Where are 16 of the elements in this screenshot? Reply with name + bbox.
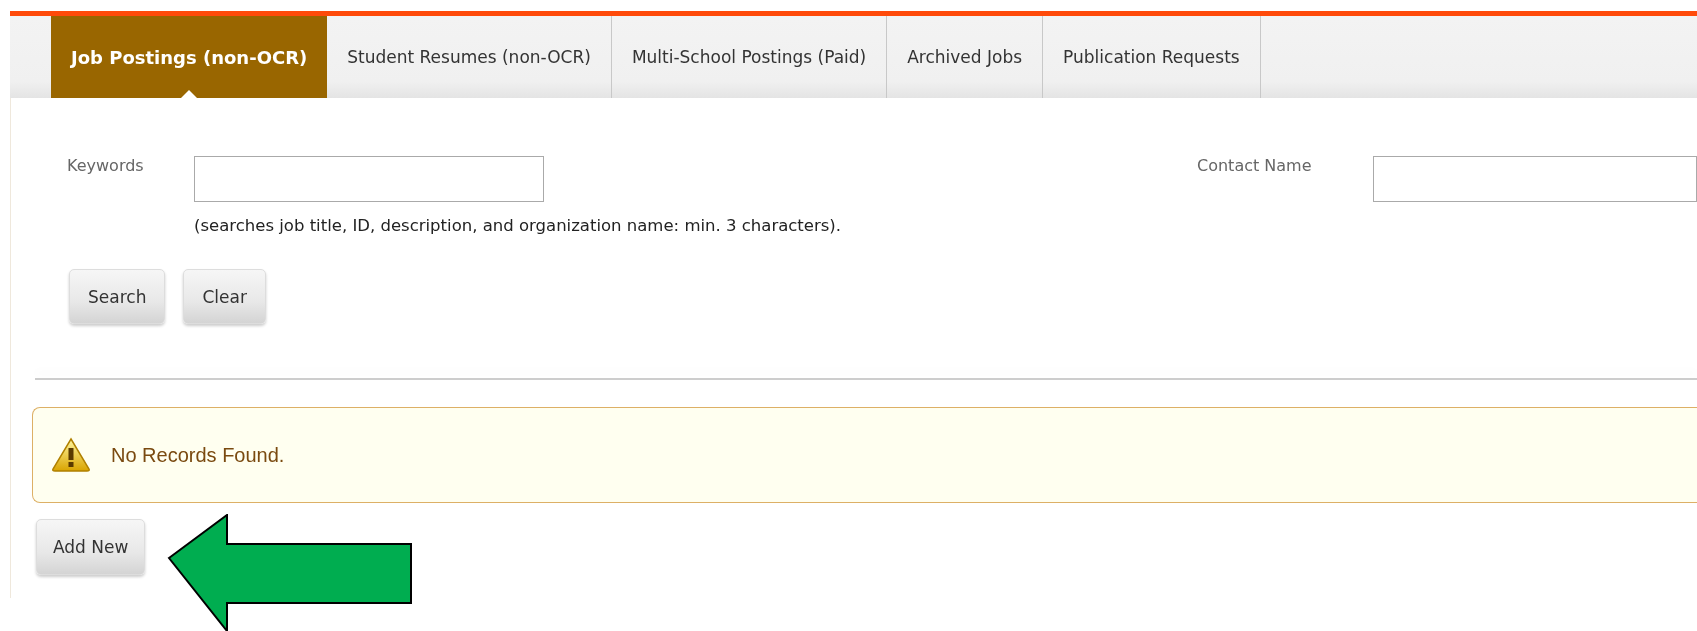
search-hint: (searches job title, ID, description, and organization name: min. 3 characters). xyxy=(194,216,843,235)
tab[interactable]: Student Resumes (non-OCR) xyxy=(327,16,612,98)
keywords-input[interactable] xyxy=(194,156,544,202)
contact-name-label: Contact Name xyxy=(1197,156,1313,175)
tab[interactable]: Job Postings (non-OCR) xyxy=(51,16,328,98)
tab[interactable]: Multi-School Postings (Paid) xyxy=(611,16,888,98)
warning-icon xyxy=(51,437,91,473)
alert-message: No Records Found. xyxy=(111,443,285,467)
add-new-button[interactable]: Add New xyxy=(36,519,146,575)
arrow-annotation-icon xyxy=(166,514,414,631)
keywords-label: Keywords xyxy=(66,156,145,175)
search-button[interactable]: Search xyxy=(69,269,166,324)
tab[interactable]: Publication Requests xyxy=(1043,16,1261,98)
contact-name-input[interactable] xyxy=(1373,156,1697,202)
clear-button[interactable]: Clear xyxy=(183,269,266,324)
tab[interactable]: Archived Jobs xyxy=(887,16,1044,98)
